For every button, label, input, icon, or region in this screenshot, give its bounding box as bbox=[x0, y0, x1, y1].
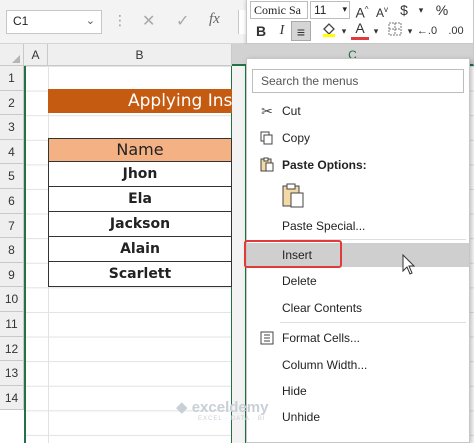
mouse-cursor-icon bbox=[402, 253, 416, 279]
bold-button[interactable]: B bbox=[252, 21, 270, 41]
name-box-value: C1 bbox=[13, 14, 29, 28]
row-header-13[interactable]: 13 bbox=[0, 361, 24, 386]
format-cells-icon bbox=[258, 326, 276, 352]
chevron-down-icon[interactable]: ▾ bbox=[339, 21, 349, 41]
chevron-down-icon[interactable]: ▾ bbox=[371, 21, 381, 41]
chevron-down-icon[interactable]: ▾ bbox=[415, 0, 427, 20]
enter-icon[interactable]: ✓ bbox=[176, 11, 189, 31]
menu-item-unhide[interactable]: Unhide bbox=[247, 405, 469, 429]
menu-item-hide[interactable]: Hide bbox=[247, 379, 469, 403]
name-cell[interactable]: Ela bbox=[48, 187, 232, 212]
menu-item-label: Copy bbox=[282, 131, 311, 145]
row-header-8[interactable]: 8 bbox=[0, 238, 24, 263]
name-cell[interactable]: Jhon bbox=[48, 162, 232, 187]
menu-item-cut[interactable]: ✂ Cut bbox=[247, 99, 469, 123]
font-size-value: 11 bbox=[314, 3, 327, 17]
font-size-box[interactable]: 11 ▾ bbox=[310, 1, 350, 19]
watermark-logo-icon: ◆ bbox=[176, 399, 188, 416]
menu-item-label: Cut bbox=[282, 104, 301, 118]
align-center-icon[interactable]: ≡ bbox=[291, 21, 311, 41]
row-header-2[interactable]: 2 bbox=[0, 90, 24, 116]
menu-item-label: Delete bbox=[282, 274, 317, 288]
row-header-5[interactable]: 5 bbox=[0, 164, 24, 189]
increase-decimal-icon[interactable]: ←.0 bbox=[415, 21, 439, 41]
currency-icon[interactable]: $ bbox=[395, 0, 413, 20]
paste-icon[interactable] bbox=[281, 183, 305, 209]
cancel-icon[interactable]: ✕ bbox=[142, 11, 155, 31]
menu-item-label: Unhide bbox=[282, 410, 321, 424]
menu-item-delete[interactable]: Delete bbox=[247, 269, 469, 293]
chevron-down-icon[interactable]: ▾ bbox=[342, 4, 347, 15]
title-text: Applying Ins bbox=[128, 91, 232, 111]
menu-item-column-width[interactable]: Column Width... bbox=[247, 353, 469, 377]
menu-item-label: Format Cells... bbox=[282, 331, 361, 345]
menu-item-label: Clear Contents bbox=[282, 301, 363, 315]
mini-toolbar: Comic Sa 11 ▾ A^ Av $ ▾ % B I ≡ ▾ A ▾ ▾ … bbox=[246, 0, 474, 44]
insert-highlight-box bbox=[244, 240, 342, 268]
row-header-9[interactable]: 9 bbox=[0, 262, 24, 288]
row-header-10[interactable]: 10 bbox=[0, 287, 24, 312]
scissors-icon: ✂ bbox=[261, 103, 273, 119]
row-header-6[interactable]: 6 bbox=[0, 189, 24, 214]
menu-search-input[interactable]: Search the menus bbox=[252, 69, 464, 93]
insert-function-icon[interactable]: fx bbox=[209, 11, 220, 28]
font-color-icon[interactable]: A bbox=[351, 20, 369, 40]
menu-item-paste-special[interactable]: Paste Special... bbox=[247, 214, 469, 238]
copy-icon bbox=[258, 126, 276, 152]
italic-button[interactable]: I bbox=[273, 21, 291, 41]
column-header-a[interactable]: A bbox=[24, 44, 48, 66]
percent-icon[interactable]: % bbox=[433, 0, 451, 20]
select-all-button[interactable] bbox=[0, 44, 24, 66]
chevron-down-icon[interactable]: ⌄ bbox=[86, 14, 95, 27]
row-header-3[interactable]: 3 bbox=[0, 115, 24, 140]
row-header-4[interactable]: 4 bbox=[0, 139, 24, 165]
clipboard-icon bbox=[258, 153, 276, 179]
menu-item-format-cells[interactable]: Format Cells... bbox=[247, 326, 469, 350]
menu-item-label: Column Width... bbox=[282, 358, 368, 372]
borders-icon[interactable] bbox=[385, 21, 405, 41]
row-header-14[interactable]: 14 bbox=[0, 385, 24, 411]
menu-item-copy[interactable]: Copy bbox=[247, 126, 469, 150]
row-header-7[interactable]: 7 bbox=[0, 213, 24, 239]
menu-item-label: Paste Special... bbox=[282, 219, 366, 233]
menu-divider bbox=[280, 322, 466, 323]
column-header-b[interactable]: B bbox=[48, 44, 232, 66]
drag-handle-icon[interactable]: ⋮ bbox=[113, 12, 127, 29]
watermark-brand: exceldemy bbox=[191, 399, 269, 416]
name-cell[interactable]: Alain bbox=[48, 237, 232, 262]
selection-border bbox=[24, 66, 26, 443]
menu-item-label: Paste Options: bbox=[282, 158, 367, 172]
name-cell[interactable]: Jackson bbox=[48, 212, 232, 237]
row-header-11[interactable]: 11 bbox=[0, 312, 24, 337]
decrease-font-icon[interactable]: Av bbox=[373, 0, 391, 20]
row-header-1[interactable]: 1 bbox=[0, 66, 24, 91]
increase-font-icon[interactable]: A^ bbox=[353, 0, 371, 21]
menu-item-label: Hide bbox=[282, 384, 307, 398]
decrease-decimal-icon[interactable]: .00 bbox=[443, 21, 469, 41]
menu-item-clear-contents[interactable]: Clear Contents bbox=[247, 296, 469, 320]
name-cell[interactable]: Scarlett bbox=[48, 262, 232, 287]
row-header-12[interactable]: 12 bbox=[0, 336, 24, 362]
paste-options-heading: Paste Options: bbox=[247, 153, 469, 177]
name-box[interactable]: C1 ⌄ bbox=[6, 10, 102, 34]
name-header-cell[interactable]: Name bbox=[48, 138, 232, 162]
title-cell[interactable]: Applying Ins bbox=[48, 89, 232, 113]
chevron-down-icon[interactable]: ▾ bbox=[405, 21, 415, 41]
watermark: ◆ exceldemy EXCEL · DATA · BI bbox=[176, 398, 268, 422]
fill-color-icon[interactable] bbox=[319, 21, 339, 41]
watermark-tagline: EXCEL · DATA · BI bbox=[198, 416, 266, 422]
font-name-box[interactable]: Comic Sa bbox=[250, 1, 308, 19]
